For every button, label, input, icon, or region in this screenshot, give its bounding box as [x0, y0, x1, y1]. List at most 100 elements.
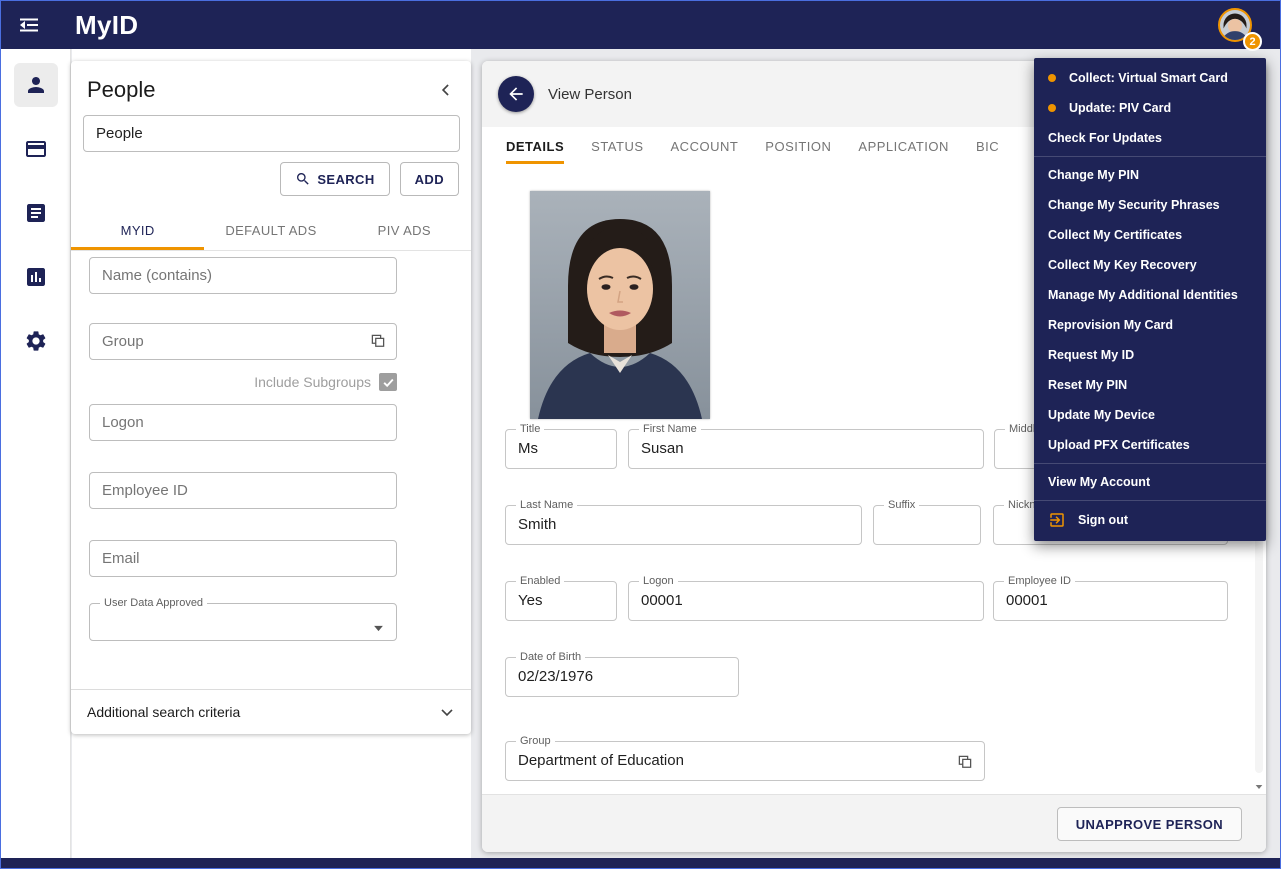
nav-people[interactable] [14, 63, 58, 107]
menu-item-label: Change My Security Phrases [1048, 198, 1220, 212]
menu-item-label: Check For Updates [1048, 131, 1162, 145]
browse-group-icon[interactable] [369, 332, 387, 355]
field-title-value: Ms [506, 430, 616, 468]
nav-cards[interactable] [14, 127, 58, 171]
field-date-of-birth[interactable]: Date of Birth 02/23/1976 [505, 657, 739, 697]
search-icon [295, 171, 311, 187]
add-button[interactable]: ADD [400, 162, 459, 196]
tab-details[interactable]: DETAILS [506, 139, 564, 164]
scroll-down-icon[interactable] [1255, 777, 1263, 795]
category-input[interactable] [83, 115, 460, 152]
additional-search-criteria[interactable]: Additional search criteria [71, 689, 471, 734]
menu-item-update-piv-card[interactable]: Update: PIV Card [1034, 93, 1266, 123]
field-first-name-label: First Name [639, 423, 701, 435]
nav-reports[interactable] [14, 191, 58, 235]
tab-position[interactable]: POSITION [765, 139, 831, 164]
menu-item-collect-virtual-smart-card[interactable]: Collect: Virtual Smart Card [1034, 63, 1266, 93]
field-title[interactable]: Title Ms [505, 429, 617, 469]
field-first-name[interactable]: First Name Susan [628, 429, 984, 469]
menu-item-collect-my-key-recovery[interactable]: Collect My Key Recovery [1034, 250, 1266, 280]
menu-item-request-my-id[interactable]: Request My ID [1034, 340, 1266, 370]
menu-item-change-my-security-phrases[interactable]: Change My Security Phrases [1034, 190, 1266, 220]
person-photo [530, 191, 710, 419]
menu-item-label: View My Account [1048, 475, 1150, 489]
page-title: View Person [548, 61, 632, 127]
field-logon[interactable]: Logon 00001 [628, 581, 984, 621]
include-subgroups-label: Include Subgroups [254, 374, 371, 390]
browse-group-icon[interactable] [956, 753, 974, 776]
directory-tabs: MYID DEFAULT ADS PIV ADS [71, 213, 471, 251]
field-dob-value: 02/23/1976 [506, 658, 738, 696]
menu-item-label: Collect: Virtual Smart Card [1069, 71, 1228, 85]
tab-myid[interactable]: MYID [71, 213, 204, 250]
menu-item-upload-pfx-certificates[interactable]: Upload PFX Certificates [1034, 430, 1266, 460]
nav-statistics[interactable] [14, 255, 58, 299]
field-logon-label: Logon [639, 575, 678, 587]
additional-criteria-label: Additional search criteria [87, 704, 240, 720]
arrow-back-icon [506, 84, 526, 104]
include-subgroups-row: Include Subgroups [89, 373, 397, 391]
add-button-label: ADD [415, 172, 444, 187]
tab-piv-ads[interactable]: PIV ADS [338, 213, 471, 250]
menu-item-reprovision-my-card[interactable]: Reprovision My Card [1034, 310, 1266, 340]
user-data-approved-label: User Data Approved [100, 597, 207, 609]
field-group[interactable]: Group Department of Education [505, 741, 985, 781]
notification-badge[interactable]: 2 [1243, 32, 1262, 51]
search-button-label: SEARCH [317, 172, 374, 187]
menu-item-check-for-updates[interactable]: Check For Updates [1034, 123, 1266, 153]
menu-item-label: Change My PIN [1048, 168, 1139, 182]
field-employee-id[interactable]: Employee ID 00001 [993, 581, 1228, 621]
menu-item-change-my-pin[interactable]: Change My PIN [1034, 160, 1266, 190]
menu-item-label: Sign out [1078, 513, 1128, 527]
menu-item-view-my-account[interactable]: View My Account [1034, 467, 1266, 497]
bottom-bar [1, 858, 1280, 869]
tab-status[interactable]: STATUS [591, 139, 643, 164]
menu-item-label: Collect My Key Recovery [1048, 258, 1197, 272]
bar-chart-icon [24, 265, 48, 289]
search-button[interactable]: SEARCH [280, 162, 389, 196]
field-dob-label: Date of Birth [516, 651, 585, 663]
collapse-panel-button[interactable] [433, 77, 459, 103]
email-input[interactable] [89, 540, 397, 577]
unapprove-person-button[interactable]: UNAPPROVE PERSON [1057, 807, 1242, 841]
pending-dot-icon [1048, 74, 1056, 82]
include-subgroups-checkbox[interactable] [379, 373, 397, 391]
menu-item-collect-my-certificates[interactable]: Collect My Certificates [1034, 220, 1266, 250]
view-person-footer: UNAPPROVE PERSON [482, 794, 1266, 852]
user-data-approved-select[interactable]: User Data Approved [89, 603, 397, 641]
tab-account[interactable]: ACCOUNT [671, 139, 739, 164]
menu-item-label: Upload PFX Certificates [1048, 438, 1190, 452]
app-title: MyID [75, 10, 138, 41]
back-button[interactable] [498, 76, 534, 112]
nav-settings[interactable] [14, 319, 58, 363]
menu-toggle-icon[interactable] [9, 5, 49, 45]
sign-out-icon [1048, 511, 1066, 529]
user-menu: Collect: Virtual Smart Card Update: PIV … [1034, 58, 1266, 541]
field-suffix[interactable]: Suffix [873, 505, 981, 545]
chevron-down-icon [437, 702, 457, 722]
tab-default-ads[interactable]: DEFAULT ADS [204, 213, 337, 250]
menu-item-label: Manage My Additional Identities [1048, 288, 1238, 302]
gear-icon [24, 329, 48, 353]
list-icon [24, 201, 48, 225]
card-icon [24, 137, 48, 161]
menu-item-manage-my-additional-identities[interactable]: Manage My Additional Identities [1034, 280, 1266, 310]
field-enabled[interactable]: Enabled Yes [505, 581, 617, 621]
menu-item-label: Collect My Certificates [1048, 228, 1182, 242]
tab-application[interactable]: APPLICATION [858, 139, 949, 164]
field-last-name[interactable]: Last Name Smith [505, 505, 862, 545]
menu-item-update-my-device[interactable]: Update My Device [1034, 400, 1266, 430]
group-input-wrap [89, 323, 397, 360]
employee-id-input[interactable] [89, 472, 397, 509]
group-input[interactable] [89, 323, 397, 360]
field-logon-value: 00001 [629, 582, 983, 620]
people-search-panel: People SEARCH ADD MYID DEFAULT ADS PIV A… [71, 61, 471, 734]
menu-item-reset-my-pin[interactable]: Reset My PIN [1034, 370, 1266, 400]
logon-input[interactable] [89, 404, 397, 441]
field-group-value: Department of Education [506, 742, 984, 780]
check-icon [382, 376, 395, 389]
menu-item-sign-out[interactable]: Sign out [1034, 504, 1266, 536]
name-contains-input[interactable] [89, 257, 397, 294]
tab-biometrics[interactable]: BIC [976, 139, 999, 164]
top-bar: MyID 2 [1, 1, 1280, 49]
